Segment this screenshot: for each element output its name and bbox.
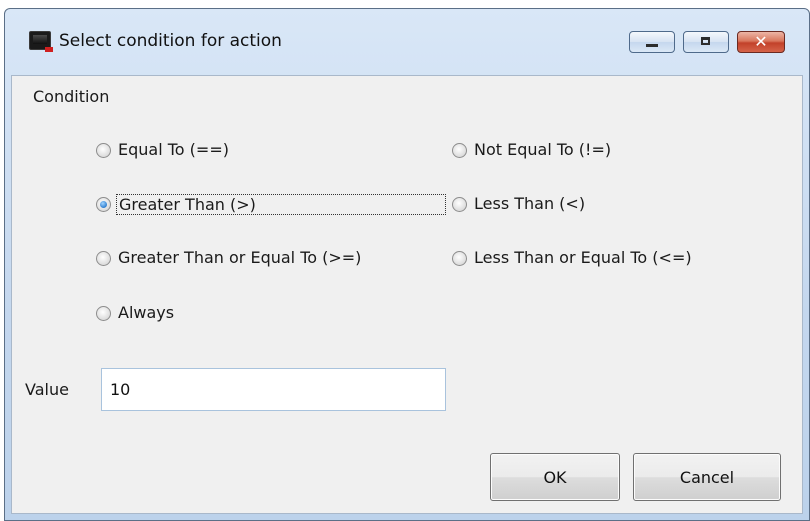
dialog-content: Condition Equal To (==) Not Equal To (!=…: [11, 75, 803, 514]
value-label: Value: [25, 380, 69, 399]
minimize-icon: [646, 44, 658, 47]
radio-always-label[interactable]: Always: [116, 303, 176, 322]
terminal-app-icon: [29, 31, 53, 52]
radio-greater-than-or-equal-circle[interactable]: [96, 251, 111, 266]
close-button[interactable]: ✕: [737, 31, 785, 53]
condition-heading: Condition: [33, 87, 110, 106]
radio-greater-than-label[interactable]: Greater Than (>): [116, 194, 446, 215]
radio-equal-to-circle[interactable]: [96, 143, 111, 158]
radio-not-equal-to-label[interactable]: Not Equal To (!=): [472, 140, 613, 159]
radio-not-equal-to-circle[interactable]: [452, 143, 467, 158]
radio-less-than-or-equal-circle[interactable]: [452, 251, 467, 266]
cancel-button[interactable]: Cancel: [633, 453, 781, 501]
radio-less-than-label[interactable]: Less Than (<): [472, 194, 587, 213]
radio-greater-than-circle[interactable]: [96, 197, 111, 212]
value-input[interactable]: [101, 368, 446, 411]
maximize-button[interactable]: [683, 31, 729, 53]
radio-greater-than-or-equal-label[interactable]: Greater Than or Equal To (>=): [116, 248, 363, 267]
radio-always-circle[interactable]: [96, 306, 111, 321]
radio-equal-to-label[interactable]: Equal To (==): [116, 140, 231, 159]
radio-less-than-circle[interactable]: [452, 197, 467, 212]
maximize-icon: [701, 37, 710, 45]
minimize-button[interactable]: [629, 31, 675, 53]
window-title: Select condition for action: [59, 31, 282, 51]
close-icon: ✕: [754, 32, 768, 51]
title-bar[interactable]: Select condition for action ✕: [5, 9, 809, 75]
radio-less-than-or-equal-label[interactable]: Less Than or Equal To (<=): [472, 248, 694, 267]
dialog-window: Select condition for action ✕ Condition …: [4, 8, 810, 521]
ok-button[interactable]: OK: [490, 453, 620, 501]
